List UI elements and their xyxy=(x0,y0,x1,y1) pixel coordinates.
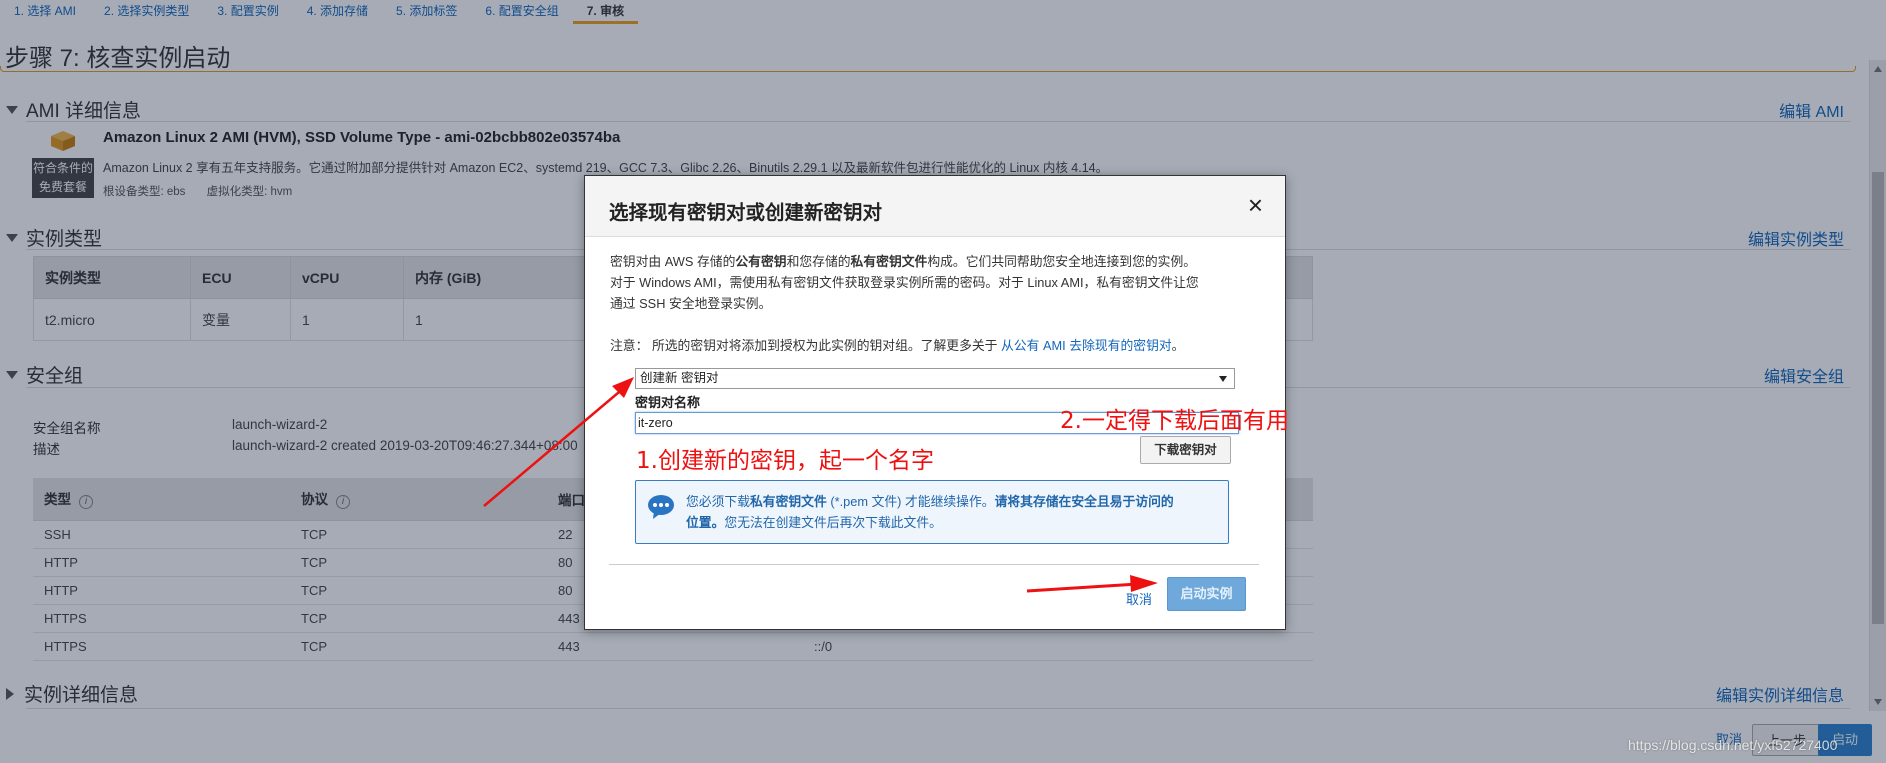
download-info-alert: 您必须下载私有密钥文件 (*.pem 文件) 才能继续操作。请将其存储在安全且易… xyxy=(635,480,1229,544)
alert-message: 您必须下载私有密钥文件 (*.pem 文件) 才能继续操作。请将其存储在安全且易… xyxy=(686,494,1174,530)
chat-bubble-icon xyxy=(648,495,674,519)
dialog-cancel-link[interactable]: 取消 xyxy=(1126,589,1152,608)
key-pair-option-select[interactable]: 创建新 密钥对 xyxy=(635,368,1235,389)
download-key-pair-button[interactable]: 下载密钥对 xyxy=(1140,436,1231,464)
key-pair-name-label: 密钥对名称 xyxy=(635,395,701,410)
remove-key-pair-link[interactable]: 从公有 AMI 去除现有的密钥对 xyxy=(1001,338,1172,353)
dialog-header: 选择现有密钥对或创建新密钥对 × xyxy=(585,176,1285,237)
dialog-description: 密钥对由 AWS 存储的公有密钥和您存储的私有密钥文件构成。它们共同帮助您安全地… xyxy=(610,254,1199,311)
annotation-step1: 1.创建新的密钥，起一个名字 xyxy=(636,448,934,474)
launch-instance-button[interactable]: 启动实例 xyxy=(1167,577,1246,611)
annotation-step2: 2.一定得下载后面有用 xyxy=(1060,408,1289,434)
dropdown-arrow-icon xyxy=(1219,376,1227,382)
dialog-note: 注意： 所选的密钥对将添加到授权为此实例的钥对组。了解更多关于 从公有 AMI … xyxy=(610,338,1185,353)
close-icon[interactable]: × xyxy=(1248,191,1263,219)
dialog-divider xyxy=(609,564,1259,565)
watermark: https://blog.csdn.net/yxf52727400 xyxy=(1628,737,1838,753)
dialog-title: 选择现有密钥对或创建新密钥对 xyxy=(609,202,883,224)
